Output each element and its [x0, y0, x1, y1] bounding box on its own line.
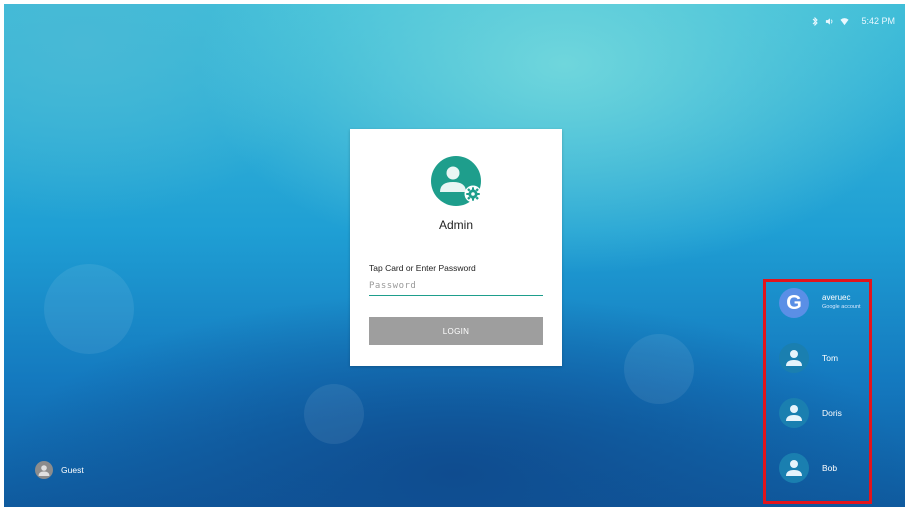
- user-name: Doris: [822, 408, 842, 418]
- guest-user-button[interactable]: Guest: [35, 461, 84, 479]
- password-field[interactable]: [369, 277, 543, 296]
- google-icon: G: [779, 288, 809, 318]
- guest-label: Guest: [61, 465, 84, 475]
- selected-user-name: Admin: [438, 218, 473, 232]
- login-button[interactable]: LOGIN: [369, 317, 543, 345]
- wifi-icon: [840, 17, 850, 26]
- gear-icon: [464, 185, 482, 203]
- clock: 5:42 PM: [861, 16, 895, 26]
- login-card: Admin Tap Card or Enter Password LOGIN: [350, 129, 562, 366]
- account-type: Google account: [822, 304, 861, 310]
- user-name: Tom: [822, 353, 839, 363]
- guest-avatar-icon: [35, 461, 53, 479]
- user-name: averuec: [822, 293, 851, 302]
- user-item-doris[interactable]: Doris: [779, 398, 869, 430]
- bluetooth-icon: [810, 16, 819, 26]
- background-bokeh: [44, 264, 134, 354]
- user-item-tom[interactable]: Tom: [779, 343, 869, 375]
- user-avatar-icon: [779, 453, 809, 483]
- background-bokeh: [624, 334, 694, 404]
- volume-icon: [825, 17, 834, 26]
- user-name: Bob: [822, 463, 838, 473]
- password-label: Tap Card or Enter Password: [369, 263, 476, 273]
- user-item-bob[interactable]: Bob: [779, 453, 869, 485]
- user-item-averuec[interactable]: G averuec Google account: [779, 288, 869, 320]
- user-avatar-icon: [779, 343, 809, 373]
- background-bokeh: [304, 384, 364, 444]
- user-switcher-list: G averuec Google account Tom Doris Bob: [763, 279, 872, 504]
- lock-screen: 5:42 PM Admin Tap Card or Enter Password…: [4, 4, 905, 507]
- status-bar: 5:42 PM: [810, 16, 895, 26]
- user-avatar-icon: [779, 398, 809, 428]
